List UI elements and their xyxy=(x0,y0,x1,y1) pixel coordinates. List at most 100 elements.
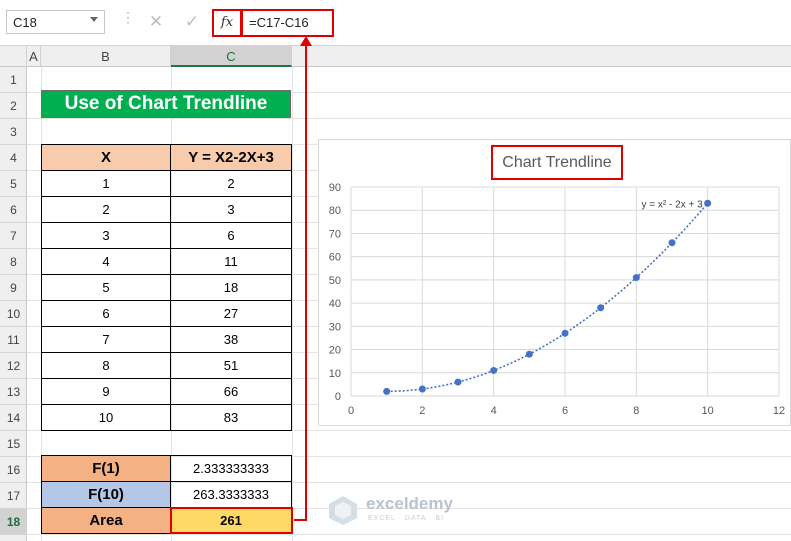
x-tick-label: 6 xyxy=(562,405,568,417)
row-header-bar: 1 2 3 4 5 6 7 8 9 10 11 12 13 14 15 16 17 18 xyxy=(0,67,27,541)
x-tick-label: 0 xyxy=(348,405,354,417)
table-cell-x[interactable]: 3 xyxy=(41,222,171,249)
row-header-15[interactable]: 15 xyxy=(0,431,27,457)
y-tick-label: 10 xyxy=(329,368,341,380)
table-header-y[interactable]: Y = X2-2X+3 xyxy=(170,144,292,171)
fx-icon: fx xyxy=(220,15,234,30)
data-point xyxy=(383,387,391,395)
data-point xyxy=(597,304,605,312)
table-cell-x[interactable]: 10 xyxy=(41,404,171,431)
row-header-16[interactable]: 16 xyxy=(0,457,27,483)
table-cell-y[interactable]: 18 xyxy=(170,274,292,301)
column-header-b[interactable]: B xyxy=(41,46,171,67)
y-tick-label: 90 xyxy=(329,182,341,194)
table-cell-y[interactable]: 3 xyxy=(170,196,292,223)
trendline xyxy=(386,202,709,393)
chevron-down-icon[interactable] xyxy=(90,17,98,22)
title-cell[interactable]: Use of Chart Trendline xyxy=(41,90,291,118)
watermark: exceldemy EXCEL · DATA · BI xyxy=(324,494,474,528)
table-cell-y[interactable]: 51 xyxy=(170,352,292,379)
f1-label-cell[interactable]: F(1) xyxy=(41,455,171,482)
row-header-9[interactable]: 9 xyxy=(0,275,27,301)
column-header-c[interactable]: C xyxy=(171,46,292,67)
grid-line xyxy=(27,118,791,119)
row-header-12[interactable]: 12 xyxy=(0,353,27,379)
table-cell-x[interactable]: 4 xyxy=(41,248,171,275)
row-header-10[interactable]: 10 xyxy=(0,301,27,327)
table-cell-y[interactable]: 6 xyxy=(170,222,292,249)
row-header-4[interactable]: 4 xyxy=(0,145,27,171)
plot-area[interactable]: 0 10 20 30 40 50 60 70 80 90 0 2 4 6 8 10 12 y = x² - 2x … xyxy=(319,140,791,427)
table-cell-y[interactable]: 83 xyxy=(170,404,292,431)
formula-bar: C18 ⋮ ✕ ✓ fx =C17-C16 xyxy=(0,0,791,46)
table-cell-x[interactable]: 8 xyxy=(41,352,171,379)
scatter-chart[interactable]: Chart Trendline 0 10 20 30 40 50 60 70 80 90 0 2 4 6 8… xyxy=(318,139,791,426)
column-header-bar: A B C xyxy=(0,46,791,67)
cancel-icon[interactable]: ✕ xyxy=(143,10,169,34)
x-tick-label: 2 xyxy=(419,405,425,417)
table-cell-x[interactable]: 9 xyxy=(41,378,171,405)
table-cell-y[interactable]: 27 xyxy=(170,300,292,327)
watermark-name: exceldemy xyxy=(366,494,453,513)
row-header-8[interactable]: 8 xyxy=(0,249,27,275)
y-tick-label: 50 xyxy=(329,275,341,287)
row-header-2[interactable]: 2 xyxy=(0,93,27,119)
data-point xyxy=(632,274,640,282)
trendline-equation: y = x² - 2x + 3 xyxy=(642,199,704,210)
data-point xyxy=(490,366,498,374)
data-point xyxy=(418,385,426,393)
row-header-3[interactable]: 3 xyxy=(0,119,27,145)
row-header-17[interactable]: 17 xyxy=(0,483,27,509)
y-tick-label: 20 xyxy=(329,345,341,357)
data-point xyxy=(454,378,462,386)
table-header-x[interactable]: X xyxy=(41,144,171,171)
y-tick-label: 30 xyxy=(329,321,341,333)
table-cell-y[interactable]: 2 xyxy=(170,170,292,197)
f1-value-cell[interactable]: 2.333333333 xyxy=(170,455,292,482)
splitter-handle[interactable]: ⋮ xyxy=(121,10,135,32)
x-tick-label: 8 xyxy=(633,405,639,417)
insert-function-button[interactable]: fx xyxy=(212,9,242,37)
row-header-7[interactable]: 7 xyxy=(0,223,27,249)
selected-cell-highlight xyxy=(170,507,293,534)
row-header-11[interactable]: 11 xyxy=(0,327,27,353)
y-tick-label: 0 xyxy=(335,391,341,403)
select-all-corner[interactable] xyxy=(0,46,27,67)
exceldemy-logo-icon xyxy=(329,496,357,525)
table-cell-x[interactable]: 2 xyxy=(41,196,171,223)
x-tick-label: 12 xyxy=(773,405,785,417)
formula-input[interactable]: =C17-C16 xyxy=(241,9,334,37)
x-tick-label: 10 xyxy=(702,405,714,417)
f10-label-cell[interactable]: F(10) xyxy=(41,481,171,508)
row-header-5[interactable]: 5 xyxy=(0,171,27,197)
y-tick-label: 80 xyxy=(329,205,341,217)
area-label-cell[interactable]: Area xyxy=(41,507,171,534)
row-header-1[interactable]: 1 xyxy=(0,67,27,93)
y-tick-label: 70 xyxy=(329,228,341,240)
table-cell-x[interactable]: 5 xyxy=(41,274,171,301)
table-cell-y[interactable]: 66 xyxy=(170,378,292,405)
data-point xyxy=(668,239,676,247)
table-cell-x[interactable]: 1 xyxy=(41,170,171,197)
data-point xyxy=(561,329,569,337)
table-cell-y[interactable]: 11 xyxy=(170,248,292,275)
y-tick-label: 40 xyxy=(329,298,341,310)
row-header-13[interactable]: 13 xyxy=(0,379,27,405)
data-point xyxy=(704,199,712,207)
table-cell-y[interactable]: 38 xyxy=(170,326,292,353)
row-header-14[interactable]: 14 xyxy=(0,405,27,431)
y-tick-label: 60 xyxy=(329,252,341,264)
callout-arrow xyxy=(294,36,312,521)
data-point xyxy=(525,350,533,358)
row-header-6[interactable]: 6 xyxy=(0,197,27,223)
grid-line xyxy=(27,534,791,535)
table-cell-x[interactable]: 6 xyxy=(41,300,171,327)
table-cell-x[interactable]: 7 xyxy=(41,326,171,353)
enter-icon[interactable]: ✓ xyxy=(179,10,205,34)
row-header-18[interactable]: 18 xyxy=(0,509,27,535)
formula-text: =C17-C16 xyxy=(249,15,309,30)
f10-value-cell[interactable]: 263.3333333 xyxy=(170,481,292,508)
name-box[interactable]: C18 xyxy=(6,10,105,34)
x-tick-label: 4 xyxy=(491,405,497,417)
column-header-a[interactable]: A xyxy=(27,46,41,67)
